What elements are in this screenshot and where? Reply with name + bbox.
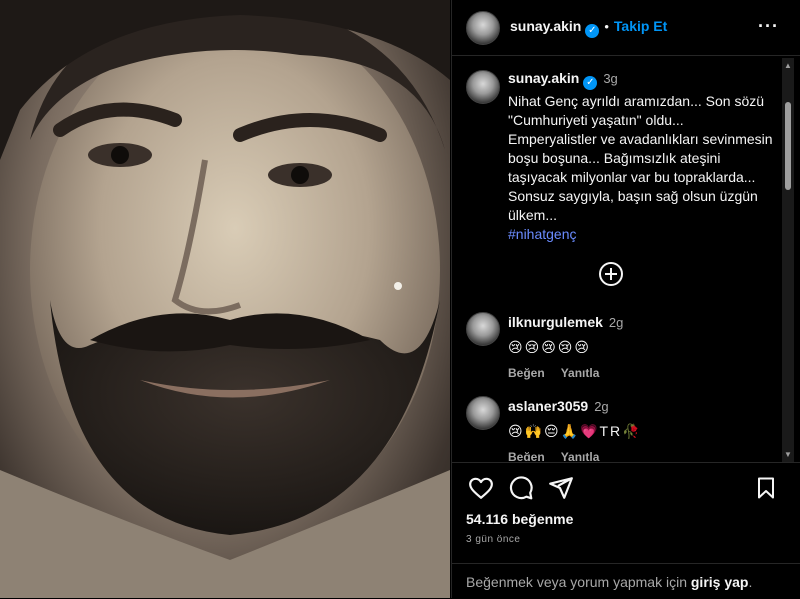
comment-username[interactable]: ilknurgulemek xyxy=(508,314,603,330)
comment-text: 😢🙌😔🙏💗TR🥀 xyxy=(508,423,642,439)
comment-item: ilknurgulemek 2g 😢😢😢😢😢 Beğen Yanıtla xyxy=(466,312,776,382)
author-username[interactable]: sunay.akin xyxy=(510,18,581,34)
comment-actions: Beğen Yanıtla xyxy=(508,450,768,461)
post-date: 3 gün önce xyxy=(466,534,521,545)
comment-reply-button[interactable]: Yanıtla xyxy=(561,366,600,380)
scroll-down-arrow-icon[interactable]: ▼ xyxy=(784,450,792,459)
action-icons xyxy=(466,475,786,505)
caption-username[interactable]: sunay.akin xyxy=(508,70,579,86)
caption-avatar[interactable] xyxy=(466,70,500,104)
portrait-illustration xyxy=(0,0,450,598)
follow-button[interactable]: Takip Et xyxy=(614,18,667,34)
post-header: sunay.akin ✓ • Takip Et ··· xyxy=(452,0,800,56)
comment-body: ilknurgulemek 2g 😢😢😢😢😢 Beğen Yanıtla xyxy=(508,314,768,380)
caption-head: sunay.akin ✓ 3g xyxy=(508,70,776,90)
comments-scrollbar[interactable]: ▲ ▼ xyxy=(782,58,794,462)
login-prompt-text: Beğenmek veya yorum yapmak için xyxy=(466,574,691,590)
comment-actions: Beğen Yanıtla xyxy=(508,366,768,380)
author-avatar[interactable] xyxy=(466,10,500,45)
post-footer: 54.116 beğenme 3 gün önce Beğenmek veya … xyxy=(452,462,800,599)
verified-badge-icon: ✓ xyxy=(585,23,600,38)
scroll-up-arrow-icon[interactable]: ▲ xyxy=(784,61,792,70)
comment-like-button[interactable]: Beğen xyxy=(508,450,545,461)
scrollbar-thumb[interactable] xyxy=(785,102,791,190)
comment-avatar[interactable] xyxy=(466,312,500,346)
comments-scroll-area[interactable]: sunay.akin ✓ 3g Nihat Genç ayrıldı aramızd… xyxy=(452,56,782,461)
bookmark-icon[interactable] xyxy=(754,475,778,501)
comment-body: aslaner3059 2g 😢🙌😔🙏💗TR🥀 Beğen Yanıtla xyxy=(508,398,768,461)
caption-time: 3g xyxy=(603,71,618,86)
load-more-comments-icon[interactable] xyxy=(599,262,623,286)
post-photo xyxy=(0,0,450,598)
likes-count[interactable]: 54.116 beğenme xyxy=(466,511,573,527)
comment-icon[interactable] xyxy=(508,475,534,501)
more-options-icon[interactable]: ··· xyxy=(758,16,779,37)
comment-avatar[interactable] xyxy=(466,396,500,430)
heart-icon[interactable] xyxy=(468,475,494,501)
comment-time: 2g xyxy=(594,399,609,414)
share-icon[interactable] xyxy=(548,475,574,501)
caption-verified-badge-icon: ✓ xyxy=(583,76,598,90)
header-user-line: sunay.akin ✓ • Takip Et xyxy=(510,18,667,38)
comment-item: aslaner3059 2g 😢🙌😔🙏💗TR🥀 Beğen Yanıtla xyxy=(466,396,776,461)
post-panel: sunay.akin ✓ • Takip Et ··· sunay.akin ✓ 3g N… xyxy=(451,0,800,598)
comment-reply-button[interactable]: Yanıtla xyxy=(561,450,600,461)
login-link[interactable]: giriş yap xyxy=(691,574,749,590)
separator-dot: • xyxy=(604,18,609,34)
login-prompt: Beğenmek veya yorum yapmak için giriş ya… xyxy=(452,563,800,590)
comment-time: 2g xyxy=(608,315,624,330)
caption-text: Nihat Genç ayrıldı aramızdan... Son sözü… xyxy=(508,93,773,223)
comment-username[interactable]: aslaner3059 xyxy=(508,398,588,414)
comment-like-button[interactable]: Beğen xyxy=(508,366,545,380)
comment-text: 😢😢😢😢😢 xyxy=(508,339,591,355)
login-prompt-suffix: . xyxy=(748,574,753,590)
caption-body: sunay.akin ✓ 3g Nihat Genç ayrıldı aramızd… xyxy=(508,70,776,244)
caption-hashtag[interactable]: #nihatgenç xyxy=(508,225,776,244)
